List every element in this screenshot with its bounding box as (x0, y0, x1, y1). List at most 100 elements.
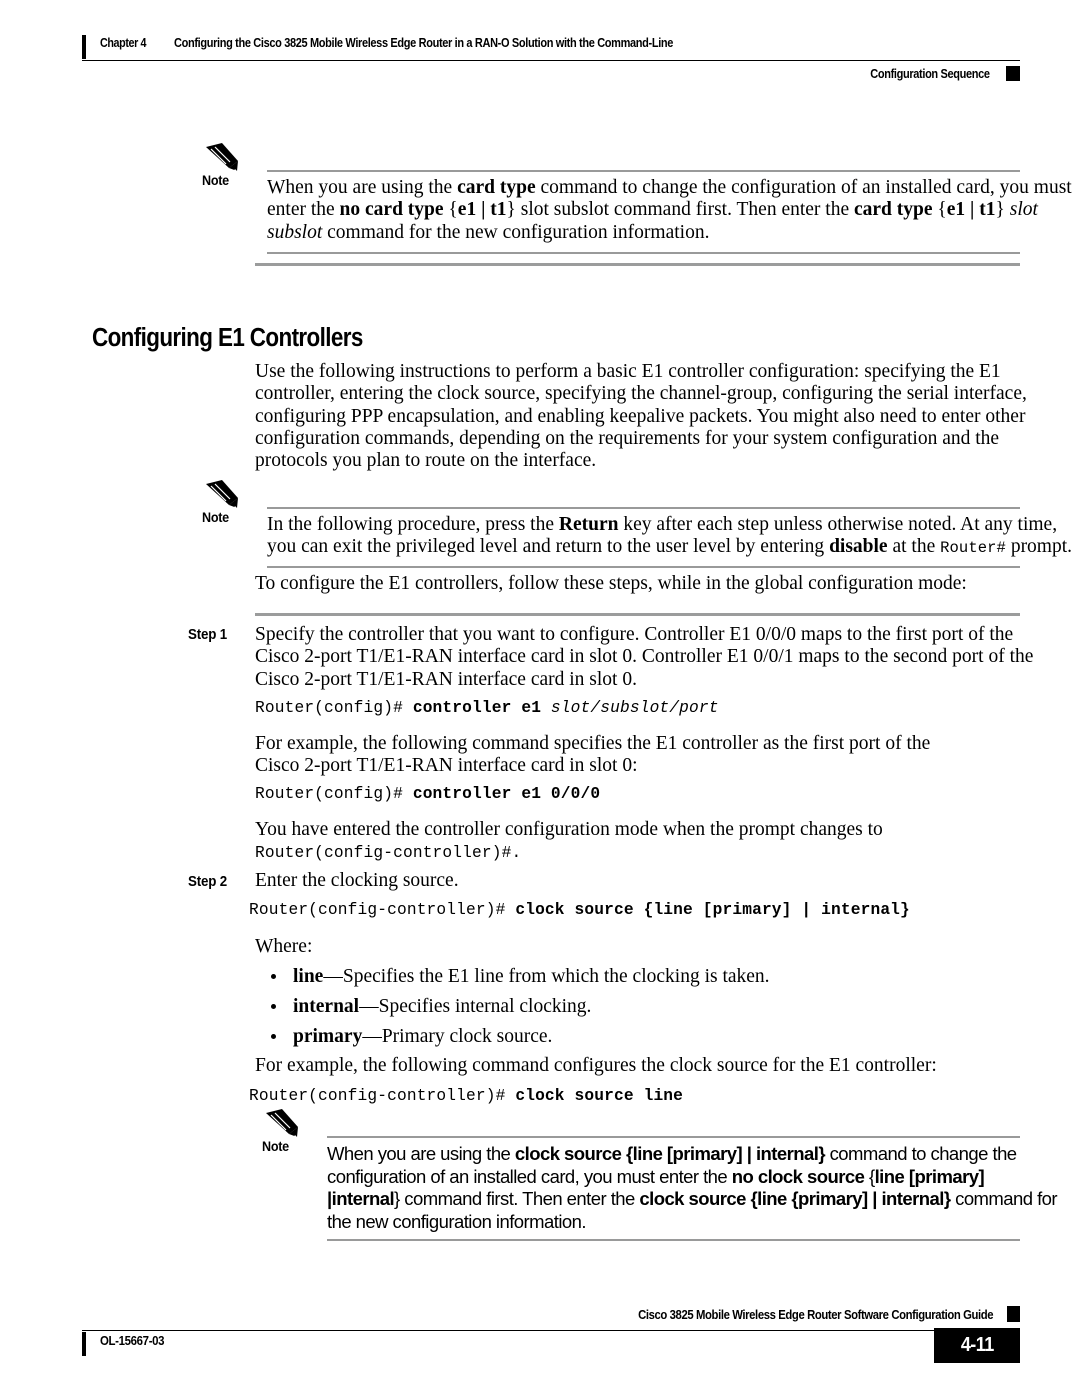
cli-prompt: Router(config)# (255, 699, 413, 717)
page-number: 4-11 (960, 1334, 994, 1356)
note1-l2d: e1 | t1 (457, 199, 507, 221)
step-2-command: Router(config-controller)# clock source … (249, 901, 910, 920)
bullet-dot-icon (271, 974, 276, 979)
note1-l2h: e1 | t1 (946, 199, 996, 221)
list-item-term: primary (293, 1026, 363, 1047)
page-number-badge: 4-11 (934, 1328, 1020, 1363)
header-square-marker (1006, 66, 1020, 81)
note3-l3a: |internal (327, 1188, 395, 1209)
note1-l2b: no card type (339, 199, 444, 221)
step-1-line-3: Cisco 2-port T1/E1-RAN interface card in… (255, 668, 637, 690)
cli-argument: slot/subslot/port (541, 699, 719, 717)
step-1-result-prompt: Router(config-controller)#. (255, 844, 522, 862)
note2-l2e: prompt. (1005, 536, 1073, 558)
page-title: Configuring E1 Controllers (92, 324, 363, 353)
note1-l1b: card type (457, 177, 536, 198)
document-page: Chapter 4 Configuring the Cisco 3825 Mob… (0, 0, 1080, 1397)
cli-prompt: Router(config)# (255, 785, 413, 803)
step-1-example-line-2: Cisco 2-port T1/E1-RAN interface card in… (255, 755, 638, 777)
pencil-icon (202, 142, 246, 176)
note2-inline-prompt: Router# (940, 539, 1006, 558)
running-footer: Cisco 3825 Mobile Wireless Edge Router S… (82, 1306, 1020, 1370)
note1-l2j: slot (1009, 199, 1038, 221)
step-1-result-text: You have entered the controller configur… (255, 819, 883, 840)
note1-l2a: enter the (267, 199, 340, 221)
list-item-content: line—Specifies the E1 line from which th… (293, 966, 770, 988)
running-header: Chapter 4 Configuring the Cisco 3825 Mob… (82, 34, 1020, 86)
note1-l2f: card type (854, 199, 933, 221)
intro-line-4: configuration commands, depending on the… (255, 427, 1000, 449)
note3-l3c: clock source {line {primary] | internal} (639, 1188, 951, 1209)
note3-l2a: configuration of an installed card, you … (327, 1165, 732, 1187)
list-item-desc: —Primary clock source. (362, 1026, 553, 1047)
pencil-icon (262, 1108, 306, 1142)
note-label: Note (262, 1138, 289, 1154)
note2-l2b: disable (829, 536, 888, 558)
intro-line-3: configuring PPP encapsulation, and enabl… (255, 405, 1026, 427)
step-2-label: Step 2 (188, 874, 227, 890)
note2-l2c: at the (887, 536, 941, 558)
footer-divider (82, 1330, 1020, 1331)
footer-guide-group: Cisco 3825 Mobile Wireless Edge Router S… (585, 1306, 1020, 1322)
cli-keyword: controller e1 0/0/0 (412, 785, 601, 803)
note1-l1a: When you are using the (267, 177, 458, 198)
note1-l3b: command for the new configuration inform… (322, 221, 710, 243)
footer-left-marker (82, 1332, 86, 1356)
step-2-text: Enter the clocking source. (255, 870, 459, 891)
footer-guide-title: Cisco 3825 Mobile Wireless Edge Router S… (637, 1306, 994, 1322)
bullet-dot-icon (271, 1034, 276, 1039)
list-item-term: line (293, 966, 324, 987)
intro-line-1: Use the following instructions to perfor… (255, 361, 1001, 382)
note3-l1c: command to change the (825, 1143, 1018, 1164)
step-2-where-label: Where: (255, 936, 313, 957)
step-1-text: Specify the controller that you want to … (255, 624, 1034, 691)
note3-l1b: clock source {line [primary] | internal} (514, 1143, 826, 1164)
note-label: Note (202, 509, 229, 525)
note1-l2i: } (995, 199, 1010, 221)
pencil-icon (202, 479, 246, 513)
list-item-desc: —Specifies the E1 line from which the cl… (323, 966, 770, 987)
note-top-rule (327, 1136, 1020, 1138)
note1-l3a: subslot (267, 221, 323, 243)
header-chapter-title: Configuring the Cisco 3825 Mobile Wirele… (174, 36, 674, 50)
header-section-group: Configuration Sequence (854, 60, 1020, 84)
step-2-example-command: Router(config-controller)# clock source … (249, 1087, 683, 1106)
intro-line-2: controller, entering the clock source, s… (255, 383, 1027, 405)
step-2-example-text: For example, the following command confi… (255, 1055, 937, 1076)
step-1-example-command: Router(config)# controller e1 0/0/0 (255, 785, 600, 804)
note-body: When you are using the card type command… (267, 177, 1072, 244)
list-item-desc: —Specifies internal clocking. (359, 996, 592, 1017)
intro-paragraph: Use the following instructions to perfor… (255, 361, 1027, 472)
list-item-content: primary—Primary clock source. (293, 1026, 552, 1048)
step-1-command: Router(config)# controller e1 slot/subsl… (255, 699, 719, 718)
header-section-label: Configuration Sequence (870, 67, 991, 81)
note3-l4a: the new configuration information. (327, 1210, 587, 1232)
cli-keyword: clock source line (515, 1087, 684, 1105)
note-bottom-rule (267, 566, 1020, 568)
cli-keyword: controller e1 (412, 699, 542, 717)
step-1-example-line-1: For example, the following command speci… (255, 733, 931, 754)
note-top-rule (267, 507, 1020, 509)
note2-l1b: Return (558, 514, 619, 535)
footer-square-marker (1007, 1306, 1020, 1322)
note3-l1a: When you are using the (327, 1143, 515, 1164)
note2-l1c: key after each step unless otherwise not… (618, 514, 1058, 535)
note3-l3d: command for (950, 1188, 1058, 1209)
note2-l2a: you can exit the privileged level and re… (267, 536, 830, 558)
note-body: In the following procedure, press the Re… (267, 514, 1072, 560)
step-1-label: Step 1 (188, 627, 227, 643)
note-bottom-rule (327, 1239, 1020, 1241)
note-bottom-rule (267, 252, 1020, 254)
cli-prompt: Router(config-controller)# (249, 1087, 516, 1105)
note2-l1a: In the following procedure, press the (267, 514, 559, 535)
header-left-marker (82, 35, 86, 59)
steps-separator-rule (255, 613, 1020, 617)
note3-l3b: } command first. Then enter the (394, 1188, 640, 1209)
note3-l2b: no clock source (731, 1165, 865, 1187)
note3-l2c: { (864, 1165, 875, 1187)
section-separator-rule (255, 263, 1020, 267)
note1-l2c: { (443, 199, 458, 221)
cli-keyword: clock source {line [primary] | internal} (515, 901, 910, 919)
step-1-line-2: Cisco 2-port T1/E1-RAN interface card in… (255, 646, 1034, 668)
intro-line-5: protocols you plan to route on the inter… (255, 450, 597, 472)
